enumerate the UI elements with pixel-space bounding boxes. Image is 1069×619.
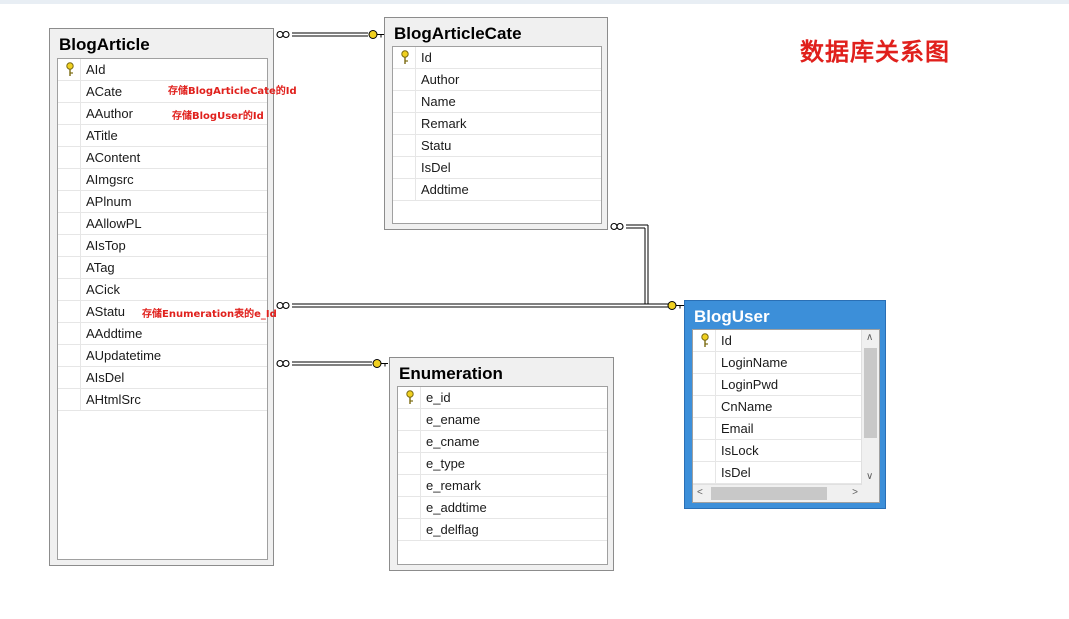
field-row[interactable]: AAddtime (58, 323, 267, 345)
field-row[interactable]: IsDel (393, 157, 601, 179)
field-row[interactable]: AAllowPL (58, 213, 267, 235)
field-name: e_cname (426, 434, 480, 449)
field-row[interactable]: e_remark (398, 475, 607, 497)
field-row[interactable]: IsDel (693, 462, 879, 484)
field-name: Statu (421, 138, 452, 153)
field-name: AHtmlSrc (86, 392, 141, 407)
field-name: ATitle (86, 128, 118, 143)
table-title: BlogArticle (59, 35, 150, 54)
field-row-pk[interactable]: Id (693, 330, 879, 352)
field-name: AIsTop (86, 238, 126, 253)
field-name: AAllowPL (86, 216, 142, 231)
field-row-pk[interactable]: e_id (398, 387, 607, 409)
scroll-up-icon[interactable]: ∧ (866, 333, 873, 343)
field-row[interactable]: ATag (58, 257, 267, 279)
horizontal-scrollbar[interactable]: < > (693, 484, 862, 502)
field-name: APlnum (86, 194, 132, 209)
field-row[interactable]: e_ename (398, 409, 607, 431)
field-row[interactable]: e_addtime (398, 497, 607, 519)
field-name: Id (721, 333, 732, 348)
field-row[interactable]: AImgsrc (58, 169, 267, 191)
field-row[interactable]: e_type (398, 453, 607, 475)
table-blog-user[interactable]: BlogUser Id LoginName LoginPwd CnName Em… (684, 300, 886, 509)
field-row-pk[interactable]: Id (393, 47, 601, 69)
table-title: BlogUser (694, 307, 770, 326)
table-enumeration[interactable]: Enumeration e_id e_ename e_cname e_type … (389, 357, 614, 571)
field-row[interactable]: IsLock (693, 440, 879, 462)
field-name: AId (86, 62, 106, 77)
vertical-scrollbar[interactable]: ∧ ∨ (861, 330, 879, 485)
field-name: Email (721, 421, 754, 436)
field-row[interactable]: AIsTop (58, 235, 267, 257)
table-title: BlogArticleCate (394, 24, 522, 43)
field-name: AUpdatetime (86, 348, 162, 363)
table-title: Enumeration (399, 364, 503, 383)
field-name: AIsDel (86, 370, 125, 385)
scroll-corner (862, 485, 879, 502)
field-name: IsLock (721, 443, 759, 458)
field-list: e_id e_ename e_cname e_type e_remark e_a… (397, 386, 608, 565)
diagram-title: 数据库关系图 (800, 38, 950, 66)
field-row[interactable]: LoginPwd (693, 374, 879, 396)
field-row[interactable]: e_delflag (398, 519, 607, 541)
scroll-thumb[interactable] (711, 487, 827, 500)
field-name: e_remark (426, 478, 481, 493)
field-row[interactable]: LoginName (693, 352, 879, 374)
annotation-aauthor: 存储BlogUser的Id (172, 111, 264, 122)
field-row[interactable]: Name (393, 91, 601, 113)
field-name: IsDel (721, 465, 751, 480)
field-name: IsDel (421, 160, 451, 175)
field-name: AAddtime (86, 326, 143, 341)
field-row[interactable]: e_cname (398, 431, 607, 453)
field-row[interactable]: AUpdatetime (58, 345, 267, 367)
scroll-right-icon[interactable]: > (852, 488, 858, 498)
field-row[interactable]: APlnum (58, 191, 267, 213)
field-name: Remark (421, 116, 467, 131)
scroll-down-icon[interactable]: ∨ (866, 472, 873, 482)
field-name: e_addtime (426, 500, 487, 515)
field-row[interactable]: Email (693, 418, 879, 440)
annotation-acate: 存储BlogArticleCate的Id (168, 86, 297, 97)
field-name: ATag (86, 260, 115, 275)
key-icon (66, 62, 74, 76)
field-row[interactable]: Statu (393, 135, 601, 157)
field-name: Name (421, 94, 456, 109)
field-name: Addtime (421, 182, 469, 197)
field-row-pk[interactable]: AId (58, 59, 267, 81)
scroll-left-icon[interactable]: < (697, 488, 703, 498)
field-row[interactable]: AHtmlSrc (58, 389, 267, 411)
field-name: LoginPwd (721, 377, 779, 392)
field-name: AStatu (86, 304, 126, 319)
field-name: ACick (86, 282, 120, 297)
key-icon (401, 50, 409, 64)
field-name: Id (421, 50, 432, 65)
key-icon (406, 390, 414, 404)
field-list: Id LoginName LoginPwd CnName Email IsLoc… (692, 329, 880, 503)
field-name: e_delflag (426, 522, 479, 537)
field-name: AImgsrc (86, 172, 134, 187)
annotation-astatu: 存储Enumeration表的e_Id (142, 309, 277, 320)
field-row[interactable]: CnName (693, 396, 879, 418)
field-name: ACate (86, 84, 123, 99)
scroll-thumb[interactable] (864, 348, 877, 438)
key-icon (701, 333, 709, 347)
field-name: AAuthor (86, 106, 133, 121)
field-name: Author (421, 72, 460, 87)
field-name: e_type (426, 456, 466, 471)
field-name: CnName (721, 399, 773, 414)
field-row[interactable]: Author (393, 69, 601, 91)
top-border (0, 0, 1069, 4)
table-blog-article-cate[interactable]: BlogArticleCate Id Author Name Remark St… (384, 17, 608, 230)
field-row[interactable]: Remark (393, 113, 601, 135)
field-row[interactable]: AContent (58, 147, 267, 169)
field-row[interactable]: Addtime (393, 179, 601, 201)
field-row[interactable]: AIsDel (58, 367, 267, 389)
field-name: e_id (426, 390, 451, 405)
field-row[interactable]: ATitle (58, 125, 267, 147)
field-name: LoginName (721, 355, 788, 370)
field-name: e_ename (426, 412, 481, 427)
field-name: AContent (86, 150, 141, 165)
field-list: Id Author Name Remark Statu IsDel Addtim… (392, 46, 602, 224)
field-row[interactable]: ACick (58, 279, 267, 301)
